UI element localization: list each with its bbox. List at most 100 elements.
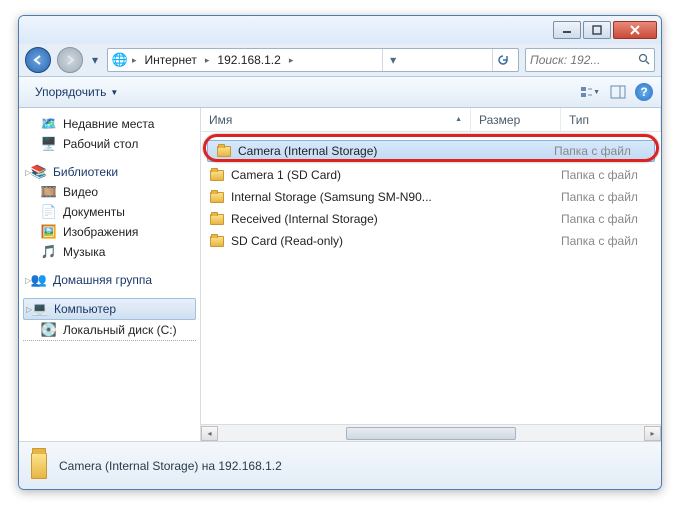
- col-name[interactable]: Имя ▲: [201, 108, 471, 131]
- tree-libraries[interactable]: ▷📚 Библиотеки: [23, 162, 196, 182]
- item-name: Received (Internal Storage): [231, 212, 467, 226]
- item-type: Папка с файл: [561, 234, 653, 248]
- tree-label: Музыка: [63, 245, 105, 259]
- folder-icon: [209, 211, 225, 227]
- list-item[interactable]: Camera (Internal Storage) Папка с файл: [207, 140, 655, 162]
- tree-label: Рабочий стол: [63, 137, 138, 151]
- item-type: Папка с файл: [554, 144, 646, 158]
- video-icon: 🎞️: [41, 184, 57, 200]
- libraries-icon: 📚: [31, 164, 47, 180]
- organize-label: Упорядочить: [35, 85, 106, 99]
- help-button[interactable]: ?: [635, 83, 653, 101]
- forward-button[interactable]: [57, 47, 83, 73]
- music-icon: 🎵: [41, 244, 57, 260]
- list-item[interactable]: Camera 1 (SD Card) Папка с файл: [201, 164, 661, 186]
- folder-icon: [209, 167, 225, 183]
- tree-label: Недавние места: [63, 117, 154, 131]
- item-type: Папка с файл: [561, 212, 653, 226]
- chevron-right-icon: ▸: [205, 55, 210, 66]
- scroll-thumb[interactable]: [346, 427, 516, 440]
- sort-asc-icon: ▲: [455, 116, 462, 123]
- tree-local-disk[interactable]: 💽 Локальный диск (C:): [23, 320, 196, 341]
- folder-icon: [209, 189, 225, 205]
- expand-icon[interactable]: ▷: [25, 276, 31, 285]
- col-type[interactable]: Тип: [561, 108, 661, 131]
- item-type: Папка с файл: [561, 168, 653, 182]
- breadcrumb-ip[interactable]: 192.168.1.2: [213, 51, 284, 69]
- close-button[interactable]: [613, 21, 657, 39]
- maximize-button[interactable]: [583, 21, 611, 39]
- list-item[interactable]: Internal Storage (Samsung SM-N90... Папк…: [201, 186, 661, 208]
- tree-documents[interactable]: 📄 Документы: [23, 202, 196, 222]
- item-name: Internal Storage (Samsung SM-N90...: [231, 190, 467, 204]
- item-type: Папка с файл: [561, 190, 653, 204]
- window-controls: [553, 21, 657, 39]
- horizontal-scrollbar[interactable]: ◂ ▸: [201, 424, 661, 441]
- folder-icon: [216, 143, 232, 159]
- folder-icon: [209, 233, 225, 249]
- homegroup-icon: 👥: [31, 272, 47, 288]
- rows-container: Camera (Internal Storage) Папка с файл C…: [201, 132, 661, 424]
- item-name: Camera (Internal Storage): [238, 144, 460, 158]
- back-button[interactable]: [25, 47, 51, 73]
- tree-label: Домашняя группа: [53, 273, 152, 287]
- address-row: ▾ 🌐 ▸ Интернет ▸ 192.168.1.2 ▸ ▾: [19, 44, 661, 76]
- refresh-button[interactable]: [492, 49, 514, 71]
- column-headers: Имя ▲ Размер Тип: [201, 108, 661, 132]
- scroll-right-button[interactable]: ▸: [644, 426, 661, 441]
- tree-homegroup[interactable]: ▷👥 Домашняя группа: [23, 270, 196, 290]
- item-name: Camera 1 (SD Card): [231, 168, 467, 182]
- view-options-button[interactable]: ▼: [579, 82, 601, 102]
- disk-icon: 💽: [41, 322, 57, 338]
- tree-label: Компьютер: [54, 302, 116, 316]
- dropdown-history-icon[interactable]: ▾: [382, 49, 404, 71]
- nav-tree[interactable]: 🗺️Недавние места 🖥️Рабочий стол ▷📚Библио…: [19, 108, 201, 441]
- tree-video[interactable]: 🎞️ Видео: [23, 182, 196, 202]
- tree-label: Видео: [63, 185, 98, 199]
- status-bar: Camera (Internal Storage) на 192.168.1.2: [19, 441, 661, 489]
- tree-music[interactable]: 🎵 Музыка: [23, 242, 196, 262]
- tree-label: Документы: [63, 205, 125, 219]
- body: 🗺️Недавние места 🖥️Рабочий стол ▷📚Библио…: [19, 108, 661, 441]
- minimize-button[interactable]: [553, 21, 581, 39]
- file-list: Имя ▲ Размер Тип Camera (Internal Storage…: [201, 108, 661, 441]
- desktop-icon: 🖥️: [41, 136, 57, 152]
- tree-recent-places[interactable]: 🗺️ Недавние места: [23, 114, 196, 134]
- toolbar: Упорядочить ▼ ▼ ?: [19, 76, 661, 108]
- tree-desktop[interactable]: 🖥️ Рабочий стол: [23, 134, 196, 154]
- globe-icon: 🌐: [112, 52, 128, 68]
- address-bar[interactable]: 🌐 ▸ Интернет ▸ 192.168.1.2 ▸ ▾: [107, 48, 519, 72]
- computer-icon: 💻: [32, 301, 48, 317]
- tree-computer[interactable]: ▷💻 Компьютер: [23, 298, 196, 320]
- list-item[interactable]: Received (Internal Storage) Папка с файл: [201, 208, 661, 230]
- expand-icon[interactable]: ▷: [26, 305, 32, 314]
- pictures-icon: 🖼️: [41, 224, 57, 240]
- col-size[interactable]: Размер: [471, 108, 561, 131]
- list-item[interactable]: SD Card (Read-only) Папка с файл: [201, 230, 661, 252]
- scroll-track[interactable]: [218, 426, 644, 441]
- expand-icon[interactable]: ▷: [25, 168, 31, 177]
- tree-pictures[interactable]: 🖼️ Изображения: [23, 222, 196, 242]
- tree-label: Локальный диск (C:): [63, 323, 177, 337]
- search-icon: [638, 53, 650, 68]
- chevron-down-icon: ▼: [110, 88, 118, 97]
- search-input[interactable]: [530, 53, 634, 67]
- search-box[interactable]: [525, 48, 655, 72]
- titlebar: [19, 16, 661, 44]
- tree-label: Библиотеки: [53, 165, 118, 179]
- folder-icon: [31, 458, 47, 474]
- tree-label: Изображения: [63, 225, 138, 239]
- chevron-right-icon: ▸: [132, 55, 137, 66]
- chevron-right-icon: ▸: [289, 55, 294, 66]
- item-name: SD Card (Read-only): [231, 234, 467, 248]
- preview-pane-button[interactable]: [607, 82, 629, 102]
- status-text: Camera (Internal Storage) на 192.168.1.2: [59, 459, 282, 473]
- organize-button[interactable]: Упорядочить ▼: [27, 81, 126, 103]
- recent-icon: 🗺️: [41, 116, 57, 132]
- explorer-window: ▾ 🌐 ▸ Интернет ▸ 192.168.1.2 ▸ ▾ Упорядо…: [18, 15, 662, 490]
- breadcrumb-internet[interactable]: Интернет: [141, 51, 201, 69]
- document-icon: 📄: [41, 204, 57, 220]
- scroll-left-button[interactable]: ◂: [201, 426, 218, 441]
- nav-history-dropdown[interactable]: ▾: [89, 49, 101, 71]
- col-label: Имя: [209, 113, 232, 127]
